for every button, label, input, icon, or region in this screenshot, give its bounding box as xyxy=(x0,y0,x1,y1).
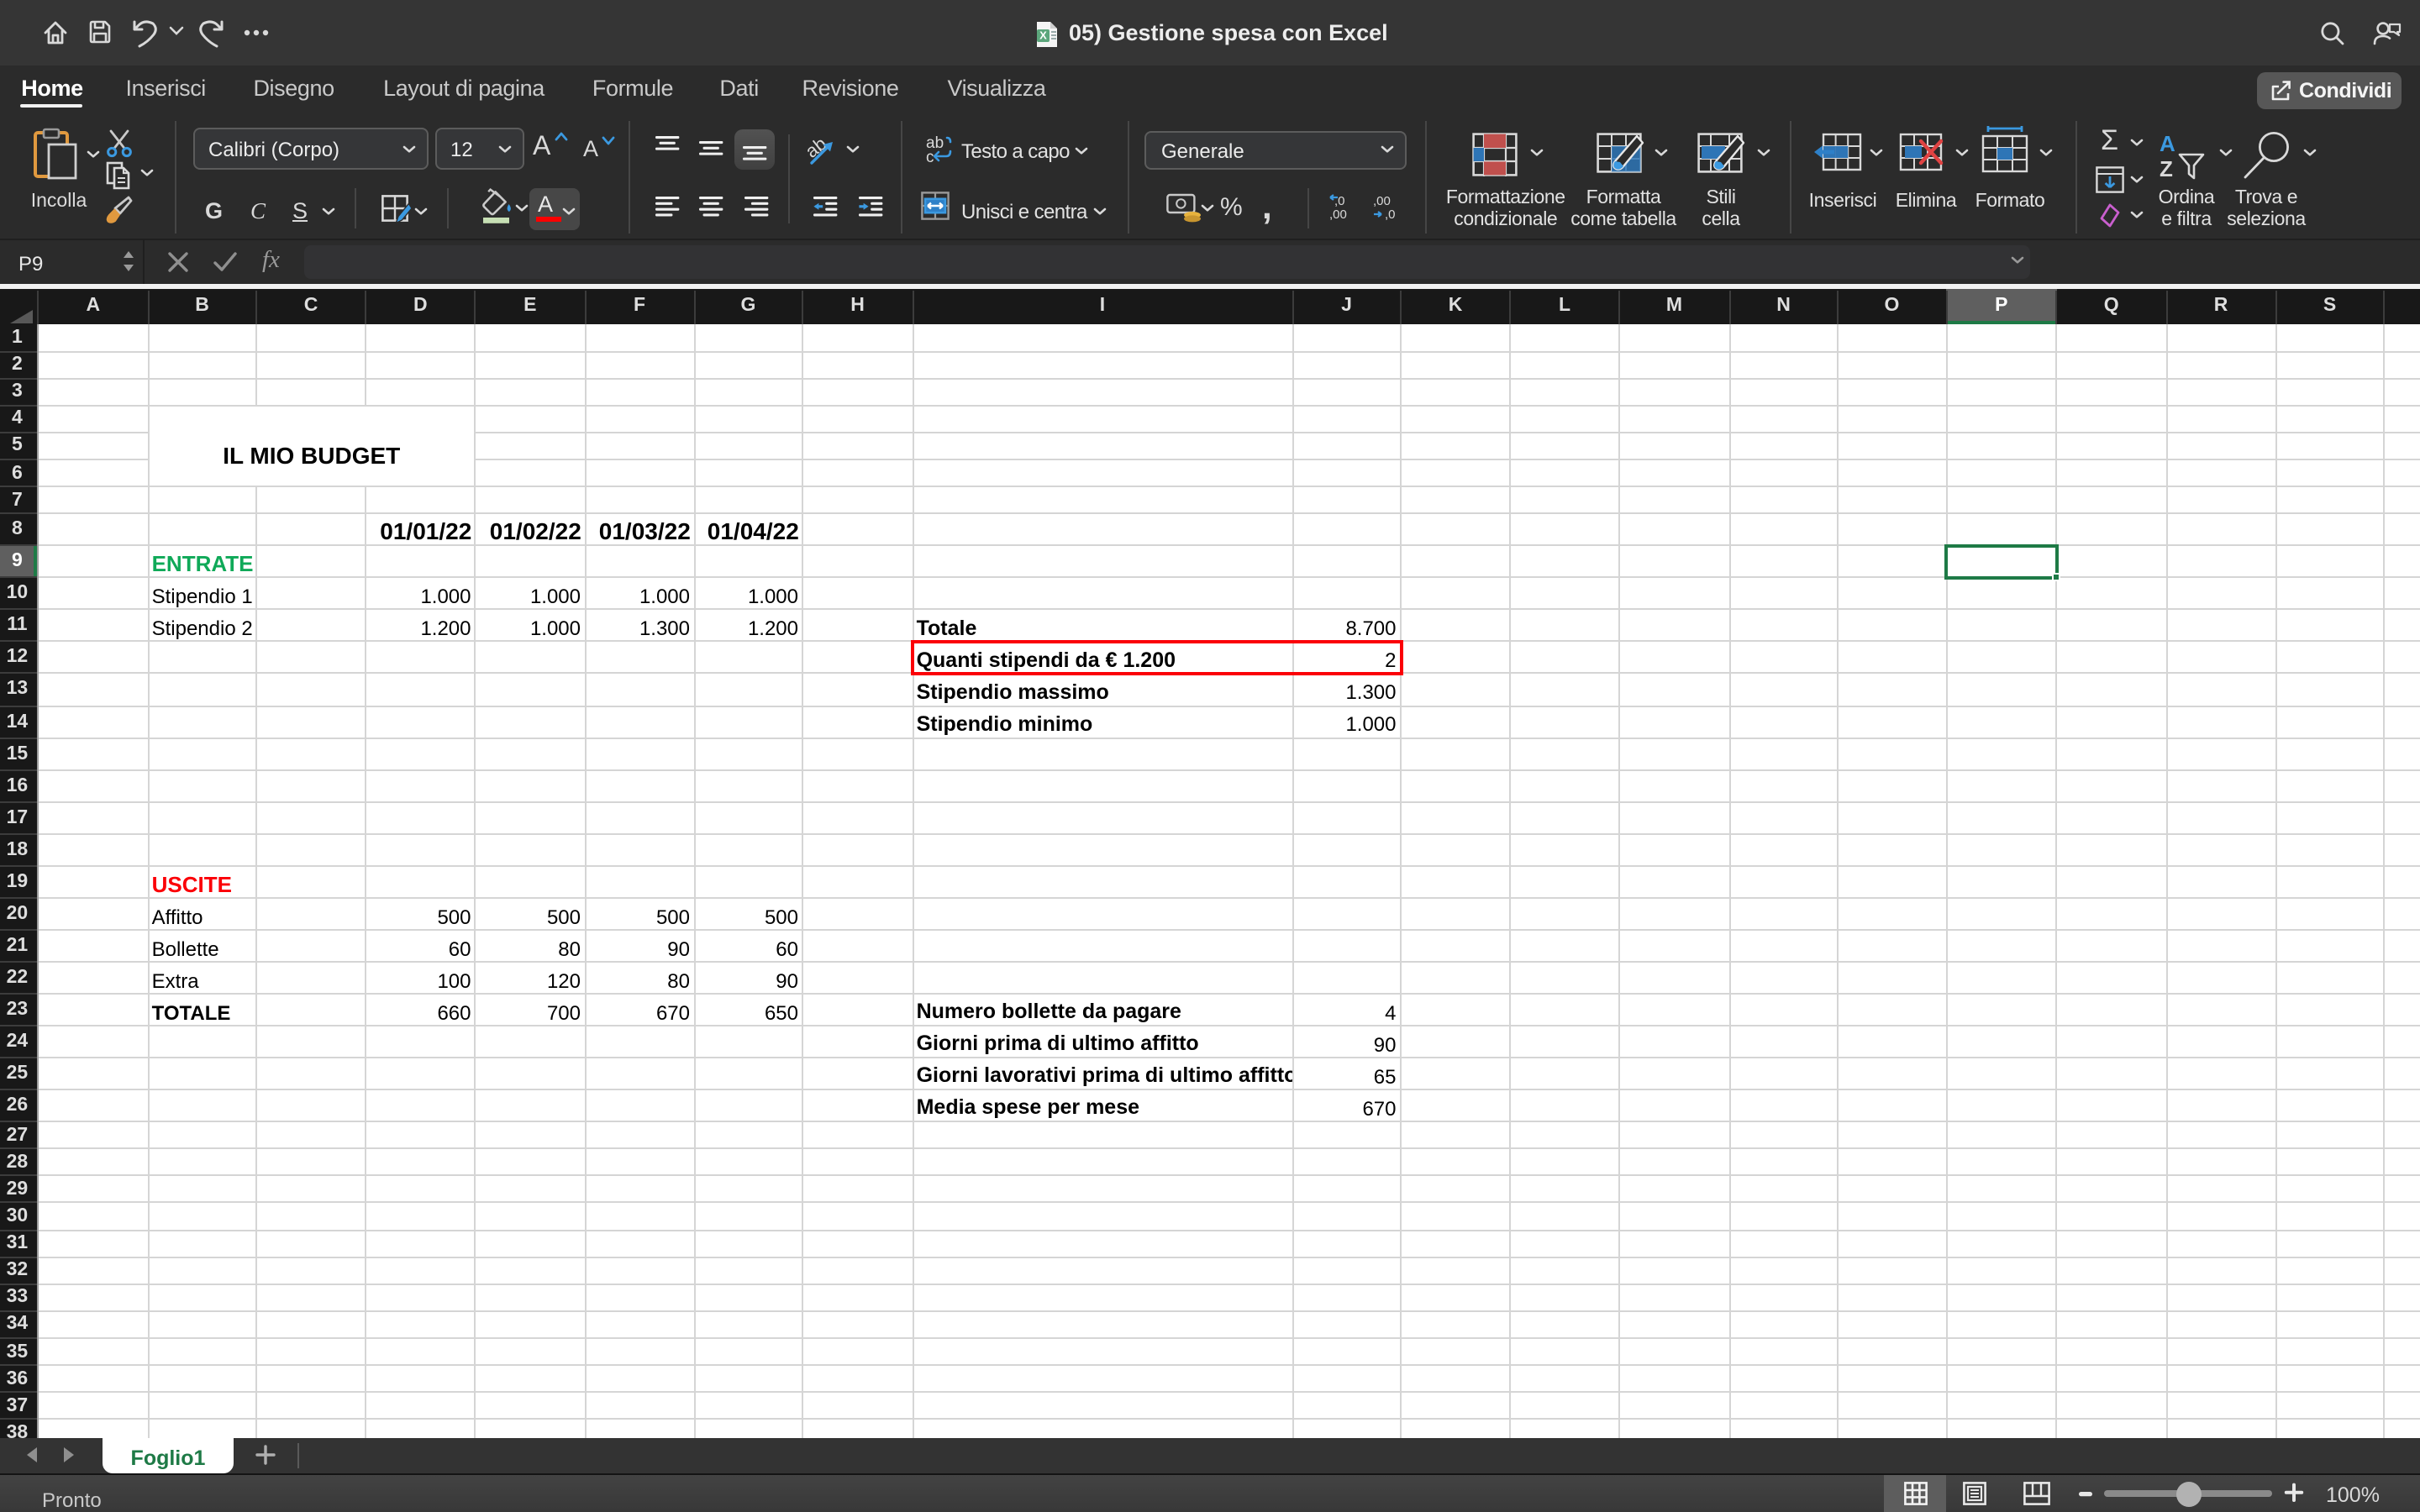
svg-text:,0: ,0 xyxy=(1334,194,1345,208)
svg-text:,0: ,0 xyxy=(1385,207,1396,222)
svg-text:,00: ,00 xyxy=(1373,194,1391,208)
svg-text:c: c xyxy=(926,149,934,166)
svg-text:,00: ,00 xyxy=(1329,207,1347,222)
svg-text:X: X xyxy=(1039,29,1047,42)
svg-text:Z: Z xyxy=(2159,156,2172,181)
svg-text:A: A xyxy=(2159,131,2175,156)
